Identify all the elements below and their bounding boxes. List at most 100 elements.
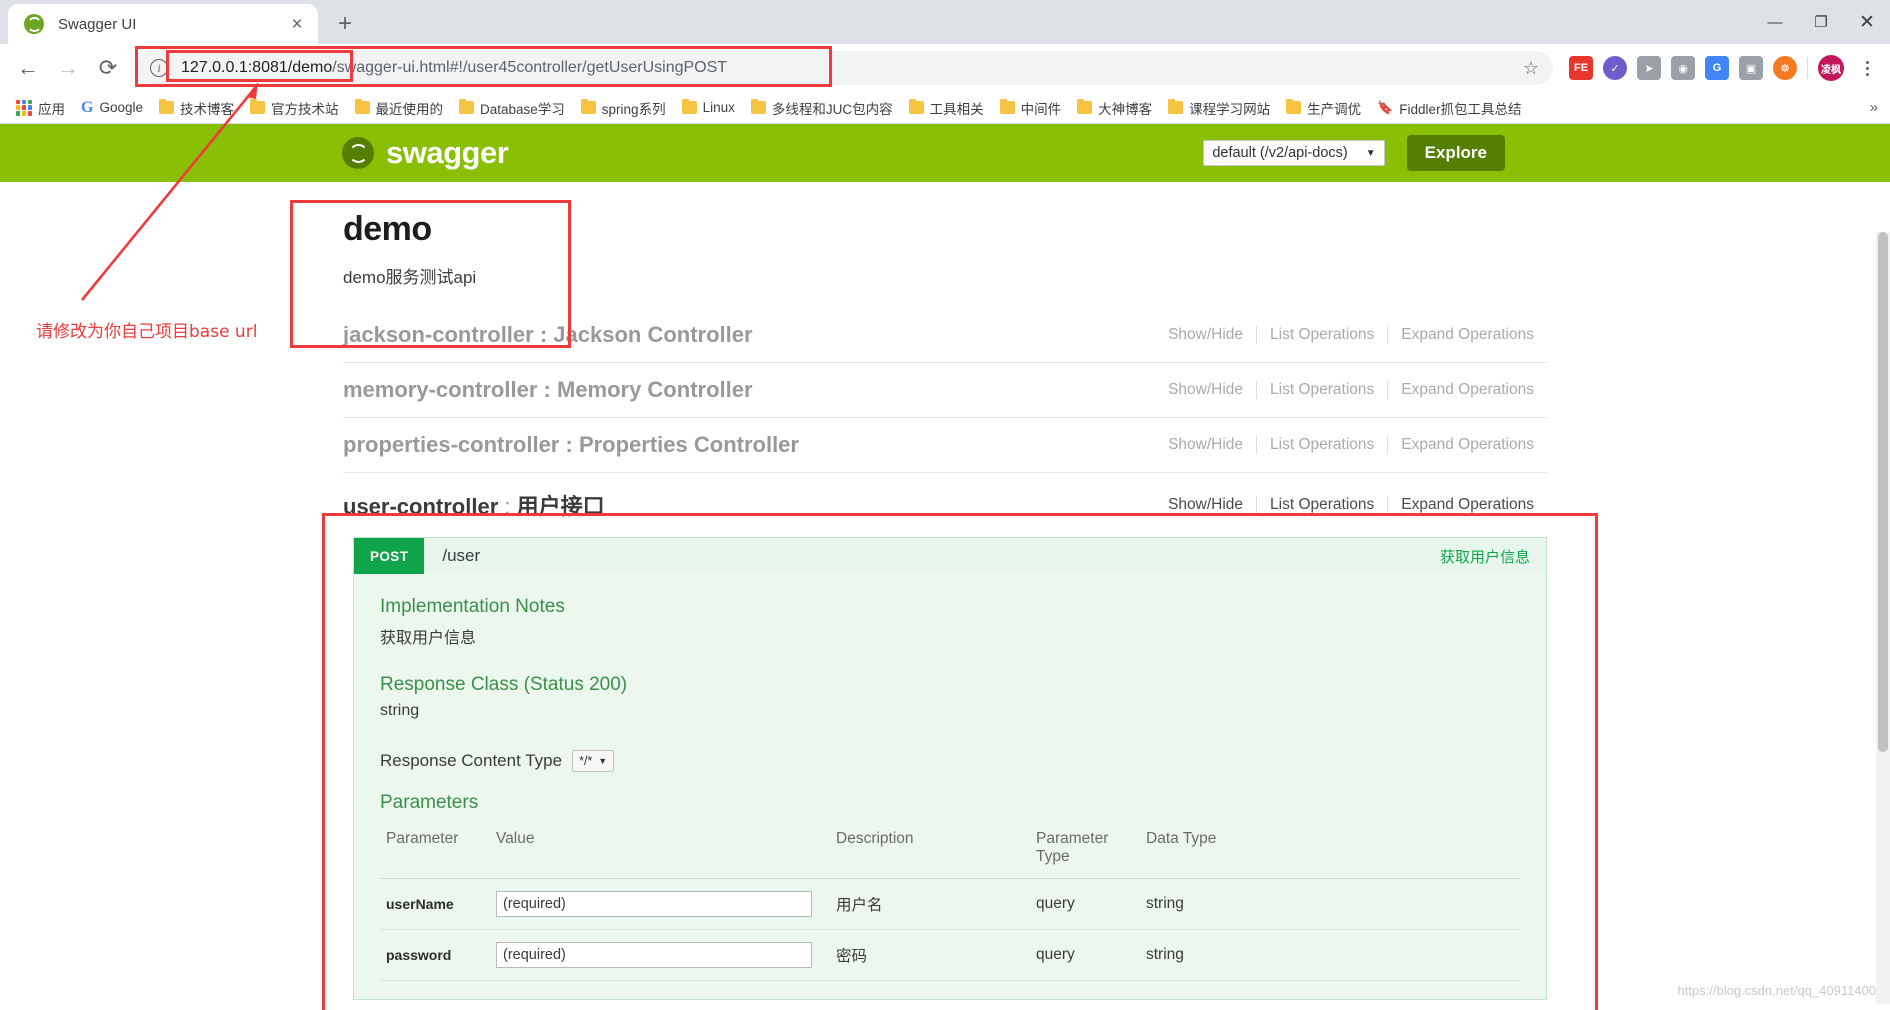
page-title: demo	[343, 210, 432, 248]
operation-path: /user	[442, 546, 481, 565]
bookmark-page[interactable]: 🔖 Fiddler抓包工具总结	[1369, 95, 1529, 121]
password-input[interactable]: (required)	[496, 942, 812, 968]
check-circle-extension-icon[interactable]: ✓	[1603, 56, 1627, 80]
site-info-icon[interactable]: i	[150, 59, 168, 77]
swagger-brand[interactable]: swagger	[342, 135, 509, 171]
bookmarks-overflow-icon[interactable]: »	[1870, 99, 1882, 116]
resource-row-jackson-controller[interactable]: jackson-controller : Jackson Controller …	[343, 308, 1547, 362]
camera-extension-icon[interactable]: ◉	[1671, 56, 1695, 80]
list-operations-link[interactable]: List Operations	[1256, 381, 1387, 399]
annotation-note: 请修改为你自己项目base url	[36, 322, 258, 342]
http-method-badge: POST	[354, 538, 425, 574]
tab-title: Swagger UI	[58, 15, 137, 33]
resource-title[interactable]: properties-controller : Properties Contr…	[343, 432, 799, 458]
explore-button[interactable]: Explore	[1406, 135, 1505, 171]
profile-avatar[interactable]: 凌枫	[1818, 55, 1844, 81]
minimize-button[interactable]: —	[1752, 0, 1798, 44]
resource-row-user-controller[interactable]: user-controller : 用户接口 Show/Hide List Op…	[343, 472, 1547, 537]
resource-title[interactable]: jackson-controller : Jackson Controller	[343, 322, 753, 348]
param-value-cell: (required)	[490, 929, 830, 981]
bookmark-folder[interactable]: Linux	[674, 95, 743, 121]
resource-desc: Jackson Controller	[553, 322, 753, 347]
list-operations-link[interactable]: List Operations	[1256, 436, 1387, 454]
response-class-value: string	[380, 702, 420, 719]
bookmark-folder[interactable]: 官方技术站	[242, 95, 347, 121]
new-tab-button[interactable]: +	[328, 7, 362, 41]
expand-operations-link[interactable]: Expand Operations	[1387, 496, 1547, 514]
operation-body: Implementation Notes 获取用户信息 Response Cla…	[354, 574, 1546, 999]
show-hide-link[interactable]: Show/Hide	[1155, 326, 1256, 344]
resource-operations: Show/Hide List Operations Expand Operati…	[1155, 381, 1547, 399]
bookmark-folder[interactable]: 课程学习网站	[1160, 95, 1278, 121]
kebab-menu-icon[interactable]	[1854, 60, 1880, 76]
show-hide-link[interactable]: Show/Hide	[1155, 496, 1256, 514]
qr-extension-icon[interactable]: ▣	[1739, 56, 1763, 80]
bookmark-folder[interactable]: 大神博客	[1069, 95, 1160, 121]
google-translate-extension-icon[interactable]: G	[1705, 56, 1729, 80]
bookmark-google[interactable]: G Google	[73, 95, 151, 121]
bookmark-label: 生产调优	[1307, 101, 1362, 117]
list-operations-link[interactable]: List Operations	[1256, 496, 1387, 514]
resource-row-memory-controller[interactable]: memory-controller : Memory Controller Sh…	[343, 362, 1547, 417]
forward-icon[interactable]: →	[50, 50, 86, 86]
address-bar[interactable]: i 127.0.0.1:8081/demo/swagger-ui.html#!/…	[136, 51, 1553, 85]
resource-operations: Show/Hide List Operations Expand Operati…	[1155, 326, 1547, 344]
resource-title[interactable]: memory-controller : Memory Controller	[343, 377, 753, 403]
bookmark-folder[interactable]: spring系列	[573, 95, 674, 121]
bookmark-folder[interactable]: 最近使用的	[347, 95, 452, 121]
spec-selector-value: default (/v2/api-docs)	[1212, 145, 1348, 161]
folder-icon	[908, 99, 924, 114]
folder-icon	[459, 99, 474, 114]
parameters-table: Parameter Value Description Parameter Ty…	[380, 820, 1520, 981]
resource-separator: :	[498, 494, 517, 519]
folder-icon	[1286, 99, 1302, 114]
show-hide-link[interactable]: Show/Hide	[1155, 436, 1256, 454]
google-icon: G	[81, 98, 94, 116]
close-tab-icon[interactable]: ×	[286, 13, 308, 35]
reload-icon[interactable]: ⟳	[90, 50, 126, 86]
bookmark-label: Linux	[702, 100, 735, 115]
bookmark-label: 中间件	[1020, 101, 1062, 117]
show-hide-link[interactable]: Show/Hide	[1155, 381, 1256, 399]
expand-operations-link[interactable]: Expand Operations	[1387, 326, 1547, 344]
lifebuoy-extension-icon[interactable]: ☸	[1773, 56, 1797, 80]
expand-operations-link[interactable]: Expand Operations	[1387, 436, 1547, 454]
bookmark-label: Database学习	[480, 101, 565, 117]
bookmark-folder[interactable]: 工具相关	[901, 95, 992, 121]
bookmark-apps[interactable]: 应用	[8, 95, 73, 121]
url-text: 127.0.0.1:8081/demo/swagger-ui.html#!/us…	[181, 59, 727, 77]
browser-tab[interactable]: Swagger UI ×	[8, 4, 318, 44]
bookmark-star-icon[interactable]: ☆	[1517, 54, 1545, 82]
bookmark-label: spring系列	[601, 101, 666, 117]
response-content-type-select[interactable]: */* ▼	[572, 750, 615, 772]
resource-name: memory-controller	[343, 377, 538, 402]
username-input[interactable]: (required)	[496, 891, 812, 917]
bookmark-folder[interactable]: 生产调优	[1278, 95, 1369, 121]
expand-operations-link[interactable]: Expand Operations	[1387, 381, 1547, 399]
bookmark-folder[interactable]: Database学习	[451, 95, 573, 121]
back-icon[interactable]: ←	[10, 50, 46, 86]
spec-selector[interactable]: default (/v2/api-docs) ▼	[1203, 140, 1385, 166]
bookmark-folder[interactable]: 多线程和JUC包内容	[743, 95, 901, 121]
resource-operations: Show/Hide List Operations Expand Operati…	[1155, 436, 1547, 454]
resource-title[interactable]: user-controller : 用户接口	[343, 489, 605, 521]
browser-window: Swagger UI × + — ❐ ✕ ← → ⟳ i 127.0.0.1:8…	[0, 0, 1890, 1010]
mail-extension-icon[interactable]: ➤	[1637, 56, 1661, 80]
bookmark-folder[interactable]: 技术博客	[151, 95, 242, 121]
operation-header[interactable]: POST /user 获取用户信息	[354, 538, 1546, 574]
folder-icon	[354, 99, 370, 114]
implementation-notes-text: 获取用户信息	[380, 630, 477, 647]
folder-icon	[580, 99, 596, 114]
page-scrollbar[interactable]	[1876, 232, 1890, 1004]
list-operations-link[interactable]: List Operations	[1256, 326, 1387, 344]
bookmark-label: 多线程和JUC包内容	[771, 101, 893, 117]
folder-icon	[1168, 99, 1184, 114]
resource-row-properties-controller[interactable]: properties-controller : Properties Contr…	[343, 417, 1547, 472]
bookmark-folder[interactable]: 中间件	[992, 95, 1070, 121]
resource-desc: Memory Controller	[556, 377, 753, 402]
close-window-button[interactable]: ✕	[1844, 0, 1890, 44]
scrollbar-thumb[interactable]	[1878, 232, 1888, 752]
maximize-button[interactable]: ❐	[1798, 0, 1844, 44]
fe-extension-icon[interactable]: FE	[1569, 56, 1593, 80]
